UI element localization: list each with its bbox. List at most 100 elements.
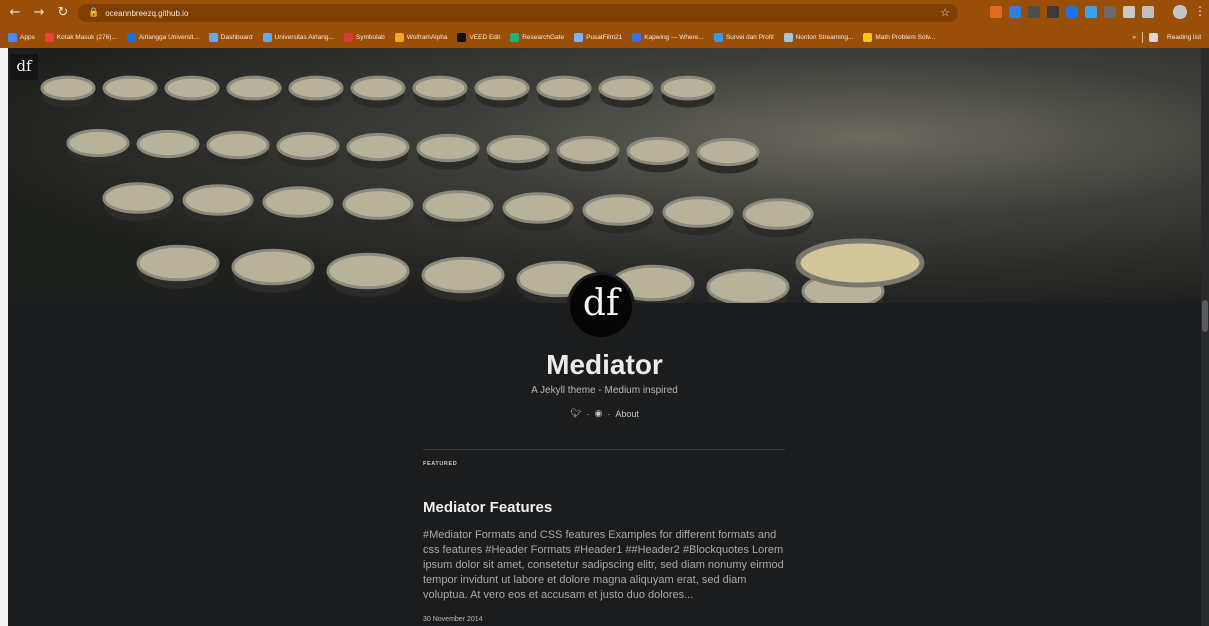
reading-list-button[interactable]: Reading list (1167, 34, 1201, 41)
typewriter-key (598, 75, 654, 101)
bookmark-favicon-icon (510, 32, 520, 42)
extension-icon[interactable] (1066, 6, 1078, 18)
media-control-icon[interactable] (1142, 6, 1154, 18)
about-link[interactable]: About (615, 409, 639, 419)
bookmark-label: Apps (20, 33, 35, 41)
twitter-icon[interactable]: 🐦︎ (570, 409, 581, 419)
link-separator: · (586, 409, 590, 419)
typewriter-key (102, 75, 158, 101)
typewriter-key (662, 196, 734, 228)
bookmark-star-icon[interactable]: ☆ (940, 6, 950, 19)
back-icon[interactable]: ← (6, 4, 24, 22)
bookmark-label: WolframAlpha (406, 33, 448, 41)
bookmarks-right: » Reading list (1132, 27, 1201, 47)
bookmark-item[interactable]: Dashboard (208, 32, 253, 42)
bookmark-favicon-icon (574, 32, 584, 42)
address-row: ← → ↻ 🔒 oceannbreezq.github.io ☆ ⋮ (0, 0, 1209, 26)
typewriter-key (660, 75, 716, 101)
typewriter-key (696, 137, 760, 167)
bookmark-item[interactable]: ResearchGate (510, 32, 564, 42)
bookmark-item[interactable]: Math Problem Solv... (863, 32, 935, 42)
typewriter-key (326, 252, 410, 290)
bookmark-favicon-icon (208, 32, 218, 42)
bookmark-favicon-icon (863, 32, 873, 42)
hero-typewriter-image (8, 48, 1201, 303)
bookmark-label: Survei dan Profil (725, 33, 774, 41)
bookmark-label: Nonton Streaming... (795, 33, 854, 41)
bookmark-item[interactable]: PusatFilm21 (574, 32, 623, 42)
typewriter-key-large (795, 238, 925, 288)
bookmark-item[interactable]: VEED Edit (457, 32, 501, 42)
extension-icon[interactable] (1047, 6, 1059, 18)
profile-avatar[interactable] (1173, 5, 1187, 19)
typewriter-key (706, 268, 790, 303)
bookmark-item[interactable]: Universitas Airlang... (262, 32, 334, 42)
typewriter-key (262, 186, 334, 218)
bookmark-favicon-icon (262, 32, 272, 42)
bookmark-item[interactable]: Survei dan Profil (713, 32, 774, 42)
address-bar[interactable]: 🔒 oceannbreezq.github.io ☆ (78, 4, 958, 22)
bookmark-label: Kotak Masuk (276)... (56, 33, 117, 41)
github-icon[interactable]: ◉ (595, 409, 603, 419)
typewriter-key (626, 136, 690, 166)
typewriter-key (102, 182, 174, 214)
bookmark-item[interactable]: Kotak Masuk (276)... (44, 32, 117, 42)
bookmark-item[interactable]: Symbolab (343, 32, 385, 42)
menu-kebab-icon[interactable]: ⋮ (1194, 4, 1206, 18)
site-subtitle: A Jekyll theme - Medium inspired (531, 385, 678, 396)
site-title[interactable]: Mediator (0, 349, 1209, 381)
bookmark-label: VEED Edit (469, 33, 501, 41)
typewriter-key (164, 75, 220, 101)
typewriter-key (276, 131, 340, 161)
extension-icon[interactable] (1009, 6, 1021, 18)
separator (1142, 31, 1144, 43)
bookmarks-bar: Apps Kotak Masuk (276)... Airlangga Univer… (0, 27, 1209, 47)
bookmark-label: PusatFilm21 (586, 33, 623, 41)
bookmark-favicon-icon (44, 32, 54, 42)
bookmark-favicon-icon (632, 32, 642, 42)
scrollbar-thumb[interactable] (1202, 300, 1208, 332)
bookmark-item[interactable]: WolframAlpha (394, 32, 448, 42)
site-logo[interactable]: df (10, 54, 38, 80)
typewriter-key (136, 129, 200, 159)
lock-icon[interactable]: 🔒 (88, 8, 99, 18)
reading-list-icon (1149, 32, 1159, 42)
extension-icon[interactable] (1028, 6, 1040, 18)
typewriter-key (412, 75, 468, 101)
reload-icon[interactable]: ↻ (54, 4, 72, 22)
typewriter-key (66, 128, 130, 158)
bookmark-item[interactable]: Kapwing — Where... (632, 32, 704, 42)
bookmarks-overflow-button[interactable]: » (1132, 34, 1136, 41)
bookmark-label: Symbolab (355, 33, 385, 41)
typewriter-key (182, 184, 254, 216)
bookmark-label: Kapwing — Where... (644, 33, 704, 41)
extensions-bar (990, 6, 1154, 18)
extension-icon[interactable] (990, 6, 1002, 18)
forward-icon[interactable]: → (30, 4, 48, 22)
extension-icon[interactable] (1085, 6, 1097, 18)
bookmark-favicon-icon (783, 32, 793, 42)
window-left-edge (0, 48, 8, 626)
puzzle-icon[interactable] (1123, 6, 1135, 18)
author-avatar: df (567, 272, 635, 340)
bookmark-item[interactable]: Nonton Streaming... (783, 32, 854, 42)
extension-icon[interactable] (1104, 6, 1116, 18)
bookmark-favicon-icon (126, 32, 136, 42)
typewriter-key (582, 194, 654, 226)
apps-grid-icon (8, 32, 17, 42)
bookmark-favicon-icon (394, 32, 404, 42)
typewriter-key (474, 75, 530, 101)
scrollbar[interactable] (1201, 48, 1209, 626)
bookmark-label: Dashboard (220, 33, 253, 41)
bookmark-item[interactable]: Airlangga Universit... (126, 32, 199, 42)
typewriter-key (346, 132, 410, 162)
social-links: 🐦︎ · ◉ · About (0, 409, 1209, 419)
url-text[interactable]: oceannbreezq.github.io (105, 9, 188, 18)
bookmark-item[interactable]: Apps (8, 32, 35, 42)
featured-label: FEATURED (423, 461, 458, 467)
typewriter-key (742, 198, 814, 230)
post-title-link[interactable]: Mediator Features (423, 499, 552, 516)
typewriter-key (502, 192, 574, 224)
typewriter-key (40, 75, 96, 101)
typewriter-key (136, 244, 220, 282)
